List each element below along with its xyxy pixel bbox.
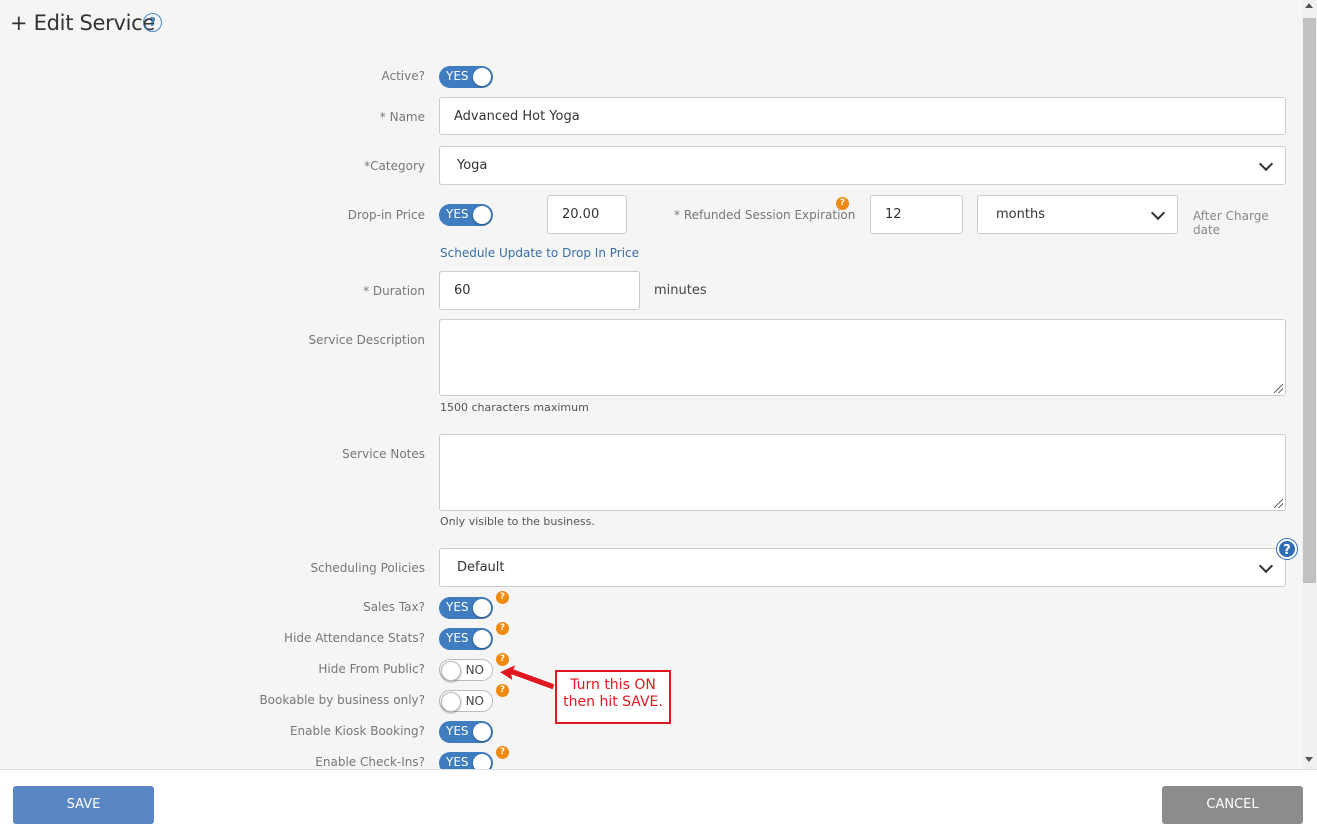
toggle-state: YES xyxy=(446,724,469,738)
toggle-knob xyxy=(473,630,491,648)
help-badge-icon[interactable]: ? xyxy=(496,591,509,604)
description-textarea[interactable] xyxy=(439,319,1286,396)
help-badge-icon[interactable]: ? xyxy=(836,197,849,210)
chevron-down-icon xyxy=(1258,156,1274,171)
name-value: Advanced Hot Yoga xyxy=(454,108,580,124)
help-icon[interactable]: ? xyxy=(1277,539,1297,559)
category-select[interactable]: Yoga xyxy=(439,146,1286,185)
category-label: *Category xyxy=(364,159,425,173)
toggle-state: YES xyxy=(446,207,469,221)
toggle-state: NO xyxy=(465,694,484,708)
refund-unit-value: months xyxy=(996,207,1045,222)
cancel-button[interactable]: CANCEL xyxy=(1162,786,1303,824)
footer-bar xyxy=(0,769,1317,840)
bookable-toggle[interactable]: NO xyxy=(439,690,493,712)
scroll-down-icon[interactable] xyxy=(1305,757,1313,762)
hide-stats-label: Hide Attendance Stats? xyxy=(284,631,425,645)
help-badge-icon[interactable]: ? xyxy=(496,746,509,759)
scrollbar-thumb[interactable] xyxy=(1303,18,1316,583)
toggle-knob xyxy=(473,206,491,224)
hide-stats-toggle[interactable]: YES xyxy=(439,628,493,650)
annotation-callout: Turn this ON then hit SAVE. xyxy=(555,670,671,724)
notes-hint: Only visible to the business. xyxy=(440,515,595,528)
hide-public-toggle[interactable]: NO xyxy=(439,659,493,681)
description-hint: 1500 characters maximum xyxy=(440,401,589,414)
drop-in-label: Drop-in Price xyxy=(347,208,425,222)
scroll-up-icon[interactable] xyxy=(1305,3,1313,8)
scheduling-select[interactable]: Default xyxy=(439,548,1286,587)
kiosk-label: Enable Kiosk Booking? xyxy=(289,724,425,738)
refund-unit-select[interactable]: months xyxy=(977,195,1178,234)
price-value: 20.00 xyxy=(562,207,600,222)
refund-expiration-input[interactable]: 12 xyxy=(870,195,963,234)
toggle-state: YES xyxy=(446,600,469,614)
after-charge-label: After Charge date xyxy=(1193,209,1269,237)
refund-value: 12 xyxy=(885,207,902,222)
sales-tax-label: Sales Tax? xyxy=(363,600,425,614)
help-badge-icon[interactable]: ? xyxy=(496,622,509,635)
toggle-knob xyxy=(473,68,491,86)
drop-in-toggle[interactable]: YES xyxy=(439,204,493,226)
hide-public-label: Hide From Public? xyxy=(318,662,425,676)
name-label: * Name xyxy=(379,110,425,124)
toggle-knob xyxy=(473,723,491,741)
resize-handle-icon[interactable] xyxy=(1274,384,1283,393)
bookable-label: Bookable by business only? xyxy=(259,693,425,707)
toggle-state: NO xyxy=(465,663,484,677)
checkins-label: Enable Check-Ins? xyxy=(315,755,425,769)
annotation-line-1: Turn this ON xyxy=(570,677,656,693)
annotation-arrow-icon xyxy=(497,662,556,691)
toggle-state: YES xyxy=(446,755,469,769)
toggle-state: YES xyxy=(446,631,469,645)
resize-handle-icon[interactable] xyxy=(1274,499,1283,508)
toggle-knob xyxy=(473,599,491,617)
page-title: + Edit Service xyxy=(10,11,156,35)
notes-label: Service Notes xyxy=(342,447,425,461)
description-label: Service Description xyxy=(308,333,425,347)
kiosk-toggle[interactable]: YES xyxy=(439,721,493,743)
refund-expiration-label: * Refunded Session Expiration xyxy=(674,208,856,222)
drop-in-price-input[interactable]: 20.00 xyxy=(547,195,627,234)
active-toggle[interactable]: YES xyxy=(439,66,493,88)
sales-tax-toggle[interactable]: YES xyxy=(439,597,493,619)
name-input[interactable]: Advanced Hot Yoga xyxy=(439,97,1286,135)
scheduling-label: Scheduling Policies xyxy=(310,561,425,575)
save-button[interactable]: SAVE xyxy=(13,786,154,824)
schedule-update-link[interactable]: Schedule Update to Drop In Price xyxy=(440,246,639,260)
duration-input[interactable]: 60 xyxy=(439,271,640,310)
toggle-state: YES xyxy=(446,69,469,83)
chevron-down-icon xyxy=(1258,558,1274,573)
notes-textarea[interactable] xyxy=(439,434,1286,511)
annotation-line-2: then hit SAVE. xyxy=(563,694,663,710)
scheduling-value: Default xyxy=(457,560,505,575)
category-value: Yoga xyxy=(457,158,488,173)
toggle-knob xyxy=(441,692,461,712)
duration-unit: minutes xyxy=(654,283,707,298)
toggle-knob xyxy=(441,661,461,681)
help-icon[interactable]: ? xyxy=(143,13,162,32)
duration-value: 60 xyxy=(454,283,471,298)
duration-label: * Duration xyxy=(363,284,425,298)
active-label: Active? xyxy=(381,69,426,83)
chevron-down-icon xyxy=(1150,205,1166,220)
